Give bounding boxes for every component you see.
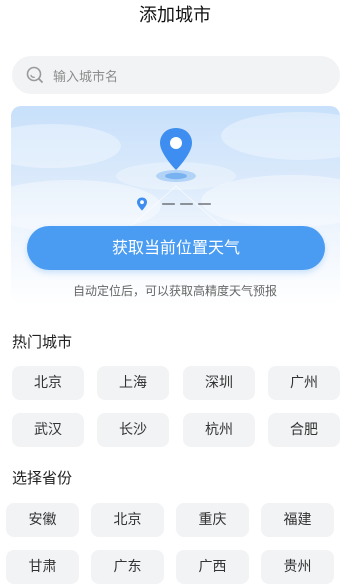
- current-location-text: ———: [161, 196, 216, 212]
- get-location-weather-button[interactable]: 获取当前位置天气: [27, 226, 325, 270]
- province-chip[interactable]: 福建: [261, 503, 334, 537]
- provinces-title: 选择省份: [12, 469, 73, 487]
- province-chip[interactable]: 重庆: [176, 503, 249, 537]
- hot-city-chip[interactable]: 深圳: [183, 366, 255, 400]
- search-icon: [26, 66, 43, 83]
- province-chip[interactable]: 广东: [91, 550, 164, 584]
- hot-city-chip[interactable]: 合肥: [268, 413, 340, 447]
- small-location-pin-icon: [136, 197, 147, 211]
- province-chip[interactable]: 北京: [91, 503, 164, 537]
- hot-city-chip[interactable]: 长沙: [97, 413, 169, 447]
- search-bar[interactable]: 输入城市名: [12, 56, 340, 94]
- hot-cities-title: 热门城市: [12, 333, 73, 351]
- location-card: ——— 获取当前位置天气: [11, 106, 340, 306]
- province-chip[interactable]: 甘肃: [6, 550, 79, 584]
- hot-city-chip[interactable]: 上海: [97, 366, 169, 400]
- hot-city-chip[interactable]: 北京: [12, 366, 84, 400]
- search-input[interactable]: 输入城市名: [53, 66, 118, 85]
- location-pin-icon: [156, 128, 196, 182]
- hot-city-chip[interactable]: 武汉: [12, 413, 84, 447]
- province-chip[interactable]: 安徽: [6, 503, 79, 537]
- province-chip[interactable]: 广西: [176, 550, 249, 584]
- location-hint: 自动定位后，可以获取高精度天气预报: [72, 284, 277, 298]
- province-chip[interactable]: 贵州: [261, 550, 334, 584]
- hot-city-chip[interactable]: 广州: [268, 366, 340, 400]
- hot-city-chip[interactable]: 杭州: [183, 413, 255, 447]
- current-location-row: ———: [11, 194, 340, 214]
- page-title: 添加城市: [139, 5, 211, 26]
